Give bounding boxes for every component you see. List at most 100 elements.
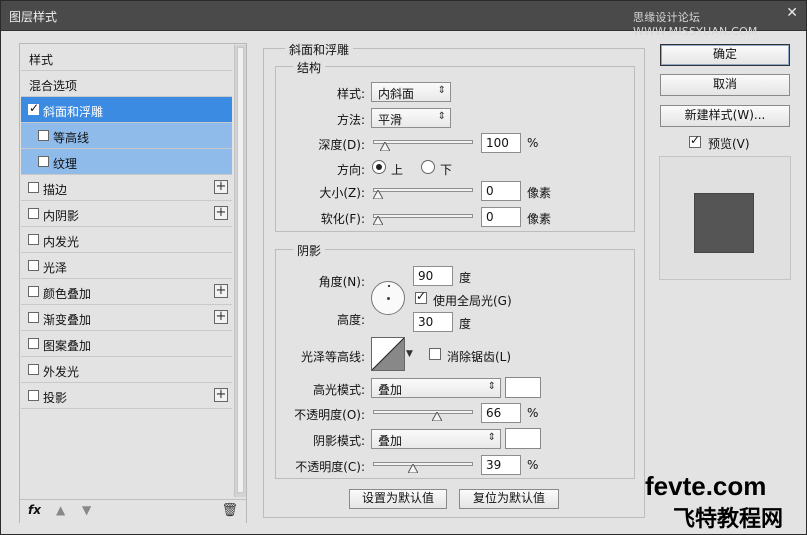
size-slider-thumb[interactable] [373, 190, 383, 199]
angle-dial[interactable] [371, 281, 405, 315]
gloss-contour-label: 光泽等高线: [300, 350, 365, 364]
close-icon[interactable]: ✕ [786, 5, 798, 21]
style-list-item[interactable]: 斜面和浮雕 [21, 97, 232, 123]
style-list-label: 等高线 [53, 131, 90, 145]
style-list-label: 图案叠加 [43, 339, 92, 353]
direction-up-label: 上 [391, 163, 404, 177]
highlight-color-swatch[interactable] [505, 377, 541, 398]
style-checkbox[interactable] [28, 364, 39, 375]
soften-slider-thumb[interactable] [373, 216, 383, 225]
style-checkbox[interactable] [28, 101, 39, 115]
style-list-label: 内阴影 [43, 209, 80, 223]
depth-input[interactable]: 100 [481, 133, 521, 153]
angle-unit: 度 [459, 271, 472, 285]
shadow-mode-select[interactable]: 叠加 [371, 429, 501, 449]
new-style-button[interactable]: 新建样式(W)... [660, 105, 790, 127]
global-light-checkbox[interactable] [415, 289, 427, 304]
soften-input[interactable]: 0 [481, 207, 521, 227]
style-checkbox[interactable] [28, 260, 39, 271]
style-list-item[interactable]: 图案叠加 [21, 331, 232, 357]
size-slider[interactable] [373, 181, 473, 201]
anti-alias-checkbox[interactable] [429, 348, 441, 360]
direction-up-radio[interactable] [372, 160, 386, 174]
style-list-item[interactable]: 内发光 [21, 227, 232, 253]
size-input[interactable]: 0 [481, 181, 521, 201]
window-title: 图层样式 [9, 10, 58, 24]
depth-slider[interactable] [373, 133, 473, 153]
style-list-item[interactable]: 颜色叠加 + [21, 279, 232, 305]
trash-icon[interactable]: 🗑 [221, 503, 238, 518]
style-list-item[interactable]: 投影 + [21, 383, 232, 409]
style-list-label: 光泽 [43, 261, 68, 275]
shadow-opacity-input[interactable]: 39 [481, 455, 521, 475]
cancel-button[interactable]: 取消 [660, 74, 790, 96]
style-checkbox[interactable] [28, 286, 39, 297]
scrollbar-thumb[interactable] [237, 47, 244, 493]
style-list-item[interactable]: 渐变叠加 + [21, 305, 232, 331]
highlight-opacity-slider[interactable] [373, 403, 473, 423]
style-checkbox[interactable] [28, 312, 39, 323]
top-watermark: 思缘设计论坛 WWW.MISSYUAN.COM [633, 11, 758, 38]
soften-slider[interactable] [373, 207, 473, 227]
style-checkbox[interactable] [38, 156, 49, 167]
style-checkbox[interactable] [28, 390, 39, 401]
ok-button[interactable]: 确定 [660, 44, 790, 66]
style-list-label: 外发光 [43, 365, 80, 379]
soften-slider-track [373, 214, 473, 218]
add-effect-icon[interactable]: + [214, 284, 228, 298]
style-checkbox[interactable] [28, 182, 39, 193]
angle-label: 角度(N): [318, 275, 365, 289]
highlight-mode-select[interactable]: 叠加 [371, 378, 501, 398]
altitude-label: 高度: [336, 313, 365, 327]
style-checkbox[interactable] [38, 130, 49, 141]
angle-input[interactable]: 90 [413, 266, 453, 286]
style-list-item[interactable]: 等高线 [21, 123, 232, 149]
move-down-icon[interactable]: ▼ [82, 503, 91, 517]
preview-checkbox[interactable] [689, 133, 701, 148]
style-list-item[interactable]: 外发光 [21, 357, 232, 383]
style-checkbox[interactable] [28, 234, 39, 245]
angle-dial-center [387, 297, 390, 300]
direction-down-radio[interactable] [421, 160, 435, 174]
list-scrollbar[interactable] [234, 45, 246, 497]
gloss-dropdown-icon[interactable]: ▼ [406, 349, 413, 359]
style-checkbox[interactable] [28, 208, 39, 219]
shadow-color-swatch[interactable] [505, 428, 541, 449]
style-list-item[interactable]: 纹理 [21, 149, 232, 175]
add-effect-icon[interactable]: + [214, 180, 228, 194]
style-list-item[interactable]: 描边 + [21, 175, 232, 201]
depth-unit: % [527, 136, 539, 150]
shadow-opacity-slider[interactable] [373, 455, 473, 475]
add-effect-icon[interactable]: + [214, 310, 228, 324]
style-select[interactable]: 内斜面 [371, 82, 451, 102]
anti-alias-label: 消除锯齿(L) [447, 350, 512, 364]
highlight-opacity-input[interactable]: 66 [481, 403, 521, 423]
gloss-contour-picker[interactable] [371, 337, 405, 371]
add-effect-icon[interactable]: + [214, 388, 228, 402]
depth-label: 深度(D): [318, 138, 365, 152]
highlight-opacity-label: 不透明度(O): [294, 408, 365, 422]
style-list-item[interactable]: 光泽 [21, 253, 232, 279]
style-list-item[interactable]: 样式 [21, 45, 232, 71]
style-list-label: 内发光 [43, 235, 80, 249]
style-list-item[interactable]: 内阴影 + [21, 201, 232, 227]
style-checkbox[interactable] [28, 338, 39, 349]
reset-default-button[interactable]: 复位为默认值 [459, 489, 559, 509]
size-unit: 像素 [527, 186, 552, 200]
title-bar: 图层样式 思缘设计论坛 WWW.MISSYUAN.COM ✕ [1, 1, 806, 38]
depth-slider-thumb[interactable] [380, 142, 390, 151]
method-label: 方法: [336, 113, 365, 127]
move-up-icon[interactable]: ▲ [56, 503, 65, 517]
styles-list-panel: 样式混合选项斜面和浮雕等高线纹理描边 + 内阴影 + 内发光光泽颜色叠加 + 渐变叠加 + 图案… [19, 43, 247, 523]
highlight-opacity-thumb[interactable] [432, 412, 442, 421]
method-select[interactable]: 平滑 [371, 108, 451, 128]
make-default-button[interactable]: 设置为默认值 [349, 489, 447, 509]
altitude-input[interactable]: 30 [413, 312, 453, 332]
fx-button[interactable]: fx [28, 503, 41, 517]
add-effect-icon[interactable]: + [214, 206, 228, 220]
style-list-label: 纹理 [53, 157, 78, 171]
shadow-opacity-label: 不透明度(C): [295, 460, 365, 474]
shadow-opacity-thumb[interactable] [408, 464, 418, 473]
style-list-item[interactable]: 混合选项 [21, 71, 232, 97]
style-list-label: 颜色叠加 [43, 287, 92, 301]
